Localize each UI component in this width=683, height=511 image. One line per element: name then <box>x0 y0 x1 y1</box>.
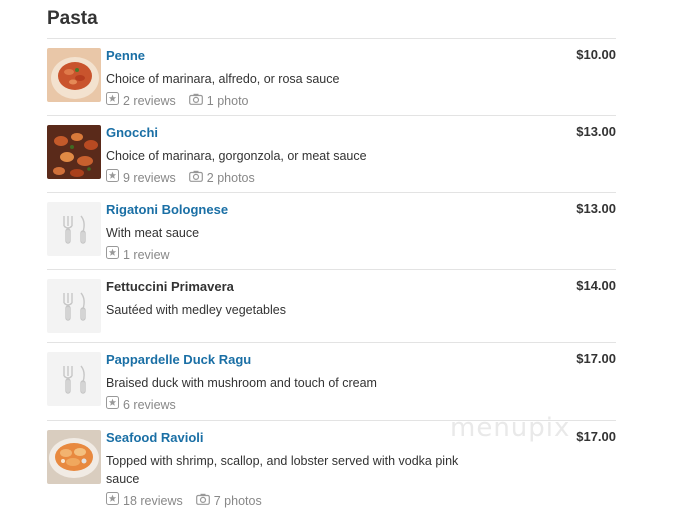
menu-item: Penne Choice of marinara, alfredo, or ro… <box>47 38 616 115</box>
item-description: Choice of marinara, gorgonzola, or meat … <box>106 149 367 163</box>
camera-icon <box>195 493 210 509</box>
item-price: $13.00 <box>576 124 616 139</box>
dish-placeholder <box>47 202 101 256</box>
item-description: With meat sauce <box>106 226 200 240</box>
dish-placeholder <box>47 279 101 333</box>
reviews-count: 9 reviews <box>123 170 176 185</box>
fork-knife-icon <box>63 365 86 394</box>
dish-photo[interactable] <box>47 125 101 179</box>
photos-link[interactable]: 7 photos <box>195 493 262 509</box>
star-badge-icon <box>106 396 119 413</box>
camera-icon <box>188 93 203 109</box>
item-name-link[interactable]: Penne <box>106 48 145 64</box>
item-name-link[interactable]: Pappardelle Duck Ragu <box>106 352 251 368</box>
item-name-link[interactable]: Rigatoni Bolognese <box>106 202 228 218</box>
menu-list: Penne Choice of marinara, alfredo, or ro… <box>47 38 616 510</box>
dish-photo[interactable] <box>47 430 101 484</box>
star-badge-icon <box>106 246 119 263</box>
item-price: $14.00 <box>576 278 616 293</box>
item-description: Sautéed with medley vegetables <box>106 303 286 317</box>
camera-icon <box>188 170 203 186</box>
item-price: $17.00 <box>576 429 616 444</box>
menu-item: Gnocchi Choice of marinara, gorgonzola, … <box>47 115 616 192</box>
item-description: Braised duck with mushroom and touch of … <box>106 376 377 390</box>
star-badge-icon <box>106 169 119 186</box>
menu-item: Pappardelle Duck Ragu Braised duck with … <box>47 342 616 420</box>
reviews-link[interactable]: 2 reviews <box>106 92 176 109</box>
section-title: Pasta <box>47 8 98 29</box>
dish-placeholder <box>47 352 101 406</box>
reviews-count: 18 reviews <box>123 493 183 508</box>
photos-count: 1 photo <box>206 93 249 108</box>
item-description: Choice of marinara, alfredo, or rosa sau… <box>106 72 340 86</box>
photos-count: 2 photos <box>206 170 255 185</box>
fork-knife-icon <box>63 292 86 321</box>
item-name-link[interactable]: Gnocchi <box>106 125 158 141</box>
item-price: $10.00 <box>576 47 616 62</box>
photos-link[interactable]: 2 photos <box>188 170 255 186</box>
reviews-count: 1 review <box>123 247 170 262</box>
fork-knife-icon <box>63 215 86 244</box>
item-price: $13.00 <box>576 201 616 216</box>
reviews-link[interactable]: 18 reviews <box>106 492 183 509</box>
star-badge-icon <box>106 492 119 509</box>
photos-link[interactable]: 1 photo <box>188 93 249 109</box>
dish-photo[interactable] <box>47 48 101 102</box>
reviews-link[interactable]: 1 review <box>106 246 170 263</box>
menu-item: Rigatoni Bolognese With meat sauce 1 rev… <box>47 192 616 269</box>
item-price: $17.00 <box>576 351 616 366</box>
star-badge-icon <box>106 92 119 109</box>
menu-item: Fettuccini Primavera Sautéed with medley… <box>47 269 616 342</box>
reviews-link[interactable]: 6 reviews <box>106 396 176 413</box>
item-name: Fettuccini Primavera <box>106 279 234 294</box>
reviews-count: 2 reviews <box>123 93 176 108</box>
menu-item: Seafood Ravioli Topped with shrimp, scal… <box>47 420 616 510</box>
item-description: Topped with shrimp, scallop, and lobster… <box>106 454 459 486</box>
reviews-count: 6 reviews <box>123 397 176 412</box>
item-name-link[interactable]: Seafood Ravioli <box>106 430 204 446</box>
reviews-link[interactable]: 9 reviews <box>106 169 176 186</box>
photos-count: 7 photos <box>213 493 262 508</box>
